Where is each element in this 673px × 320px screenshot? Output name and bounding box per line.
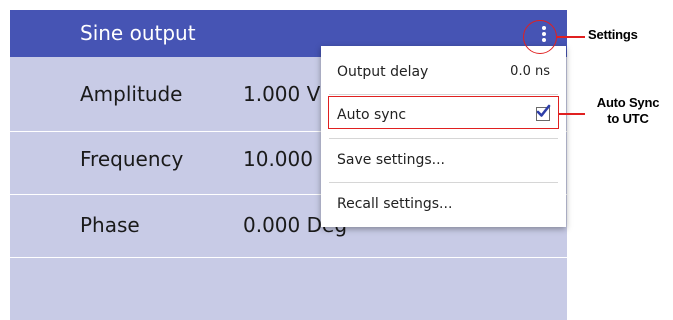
row-divider <box>10 257 567 258</box>
settings-highlight-circle <box>523 20 557 54</box>
auto-sync-callout-line <box>559 113 585 115</box>
output-delay-value: 0.0 ns <box>510 64 550 79</box>
save-settings-label: Save settings... <box>337 152 445 168</box>
amplitude-value[interactable]: 1.000 V <box>243 82 320 106</box>
menu-item-recall-settings[interactable]: Recall settings... <box>321 183 566 227</box>
recall-settings-label: Recall settings... <box>337 196 453 212</box>
settings-annotation: Settings <box>588 27 638 42</box>
auto-sync-annotation-line2: to UTC <box>607 111 649 126</box>
menu-item-output-delay[interactable]: Output delay 0.0 ns <box>321 51 566 95</box>
settings-callout-line <box>557 36 585 38</box>
output-delay-label: Output delay <box>337 64 429 80</box>
menu-item-save-settings[interactable]: Save settings... <box>321 139 566 183</box>
frequency-value[interactable]: 10.000 <box>243 147 313 171</box>
phase-label: Phase <box>80 213 140 237</box>
auto-sync-highlight-box <box>328 96 559 129</box>
auto-sync-annotation: Auto Sync to UTC <box>586 95 670 127</box>
panel-title: Sine output <box>80 21 196 45</box>
settings-dropdown-menu: Output delay 0.0 ns Auto sync Save setti… <box>321 46 566 227</box>
auto-sync-annotation-line1: Auto Sync <box>596 95 660 110</box>
amplitude-label: Amplitude <box>80 82 183 106</box>
frequency-label: Frequency <box>80 147 184 171</box>
